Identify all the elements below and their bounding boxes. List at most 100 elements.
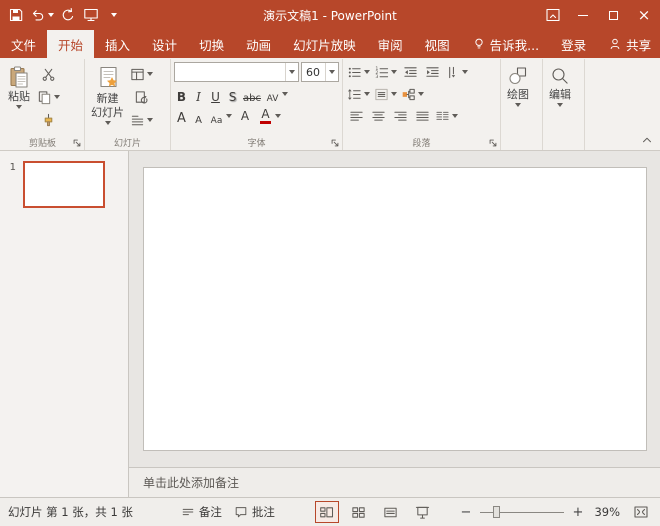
underline-button[interactable]: U (208, 85, 223, 104)
slideshow-view-button[interactable] (411, 501, 435, 523)
undo-button[interactable] (28, 3, 56, 27)
maximize-button[interactable] (598, 0, 628, 30)
notes-toggle-button[interactable]: 备注 (175, 500, 228, 524)
shrink-font-button[interactable]: A (191, 107, 206, 126)
drawing-dropdown-icon (515, 103, 521, 107)
copy-button[interactable] (36, 87, 61, 107)
reading-view-button[interactable] (379, 501, 403, 523)
clipboard-dialog-launcher[interactable] (70, 136, 83, 149)
svg-text:3: 3 (375, 74, 378, 80)
slide-thumbnail[interactable] (23, 161, 105, 208)
close-icon: × (638, 6, 651, 24)
cut-button[interactable] (36, 64, 61, 84)
tab-design[interactable]: 设计 (141, 30, 188, 58)
justify-button[interactable] (412, 106, 432, 126)
paragraph-group: 123 (343, 59, 501, 150)
normal-view-button[interactable] (315, 501, 339, 523)
bold-button[interactable]: B (174, 85, 189, 104)
new-slide-icon (95, 65, 121, 91)
fit-slide-to-window-button[interactable] (630, 501, 652, 523)
convert-to-smartart-button[interactable] (400, 84, 425, 104)
columns-button[interactable] (434, 106, 459, 126)
tab-home[interactable]: 开始 (47, 30, 94, 58)
bullets-icon (347, 65, 362, 80)
copy-icon (37, 90, 52, 105)
clear-formatting-button[interactable]: A (235, 106, 255, 126)
align-center-button[interactable] (368, 106, 388, 126)
sign-in-button[interactable]: 登录 (550, 30, 597, 58)
editing-menu-button[interactable]: 编辑 (546, 62, 574, 107)
tab-slideshow[interactable]: 幻灯片放映 (282, 30, 367, 58)
layout-button[interactable] (129, 64, 154, 84)
italic-button[interactable]: I (191, 85, 206, 104)
character-spacing-button[interactable]: AV (264, 84, 289, 104)
tab-insert[interactable]: 插入 (94, 30, 141, 58)
slide-canvas-area[interactable] (129, 151, 660, 467)
font-name-select[interactable] (174, 62, 299, 82)
tab-animations[interactable]: 动画 (235, 30, 282, 58)
reset-button[interactable] (129, 87, 154, 107)
workspace: 1 单击此处添加备注 (0, 151, 660, 497)
new-slide-button[interactable]: 新建 幻灯片 (88, 62, 127, 125)
customize-qat-button[interactable] (103, 3, 125, 27)
strikethrough-button[interactable]: abc (242, 85, 262, 104)
section-button[interactable] (129, 110, 154, 130)
font-dialog-launcher[interactable] (328, 136, 341, 149)
tab-transitions[interactable]: 切换 (188, 30, 235, 58)
font-size-dropdown[interactable] (325, 63, 338, 81)
increase-indent-button[interactable] (422, 62, 442, 82)
minimize-button[interactable] (568, 0, 598, 30)
start-slideshow-button[interactable] (80, 3, 102, 27)
zoom-out-button[interactable]: − (458, 505, 474, 520)
paste-button[interactable]: 粘贴 (4, 62, 34, 109)
dialog-launcher-icon (72, 138, 82, 148)
smartart-dropdown-icon (418, 92, 424, 96)
comments-toggle-button[interactable]: 批注 (228, 500, 281, 524)
slide-thumbnail-panel[interactable]: 1 (0, 151, 129, 497)
notes-pane[interactable]: 单击此处添加备注 (129, 467, 660, 497)
change-case-button[interactable]: Aa (208, 106, 233, 126)
slide-canvas[interactable] (143, 167, 647, 451)
text-shadow-button[interactable]: S (225, 85, 240, 104)
close-button[interactable]: × (628, 0, 660, 30)
font-size-select[interactable]: 60 (301, 62, 339, 82)
drawing-menu-button[interactable]: 绘图 (504, 62, 532, 107)
zoom-slider-thumb[interactable] (493, 506, 500, 518)
tab-view[interactable]: 视图 (414, 30, 461, 58)
bullets-button[interactable] (346, 62, 371, 82)
paragraph-dialog-launcher[interactable] (486, 136, 499, 149)
align-text-button[interactable] (373, 84, 398, 104)
text-direction-button[interactable] (444, 62, 469, 82)
align-right-button[interactable] (390, 106, 410, 126)
decrease-indent-button[interactable] (400, 62, 420, 82)
slide-counter[interactable]: 幻灯片 第 1 张，共 1 张 (8, 504, 133, 520)
line-spacing-button[interactable] (346, 84, 371, 104)
thumbnail-row: 1 (6, 161, 122, 208)
save-button[interactable] (5, 3, 27, 27)
repeat-button[interactable] (57, 3, 79, 27)
font-name-dropdown[interactable] (285, 63, 298, 81)
zoom-in-button[interactable]: + (570, 505, 586, 520)
clipboard-group: 粘贴 剪贴板 (1, 59, 85, 150)
align-left-button[interactable] (346, 106, 366, 126)
share-button[interactable]: 共享 (597, 30, 660, 58)
slide-sorter-view-button[interactable] (347, 501, 371, 523)
paragraph-group-label: 段落 (343, 136, 500, 149)
copy-dropdown-icon (54, 95, 60, 99)
line-spacing-icon (347, 87, 362, 102)
format-painter-button[interactable] (36, 110, 61, 130)
zoom-percentage[interactable]: 39% (586, 505, 620, 519)
zoom-slider[interactable] (480, 505, 564, 519)
tab-file[interactable]: 文件 (0, 30, 47, 58)
font-color-glyph: A (258, 108, 273, 124)
undo-dropdown-icon[interactable] (48, 13, 54, 17)
tab-review[interactable]: 审阅 (367, 30, 414, 58)
numbering-button[interactable]: 123 (373, 62, 398, 82)
font-color-button[interactable]: A (257, 106, 282, 126)
tell-me-box[interactable]: 告诉我... (461, 30, 550, 58)
new-slide-dropdown-icon[interactable] (105, 121, 111, 125)
grow-font-button[interactable]: A (174, 107, 189, 126)
ribbon-display-options-button[interactable] (538, 0, 568, 30)
paste-dropdown-icon[interactable] (16, 105, 22, 109)
collapse-ribbon-button[interactable] (640, 133, 654, 147)
